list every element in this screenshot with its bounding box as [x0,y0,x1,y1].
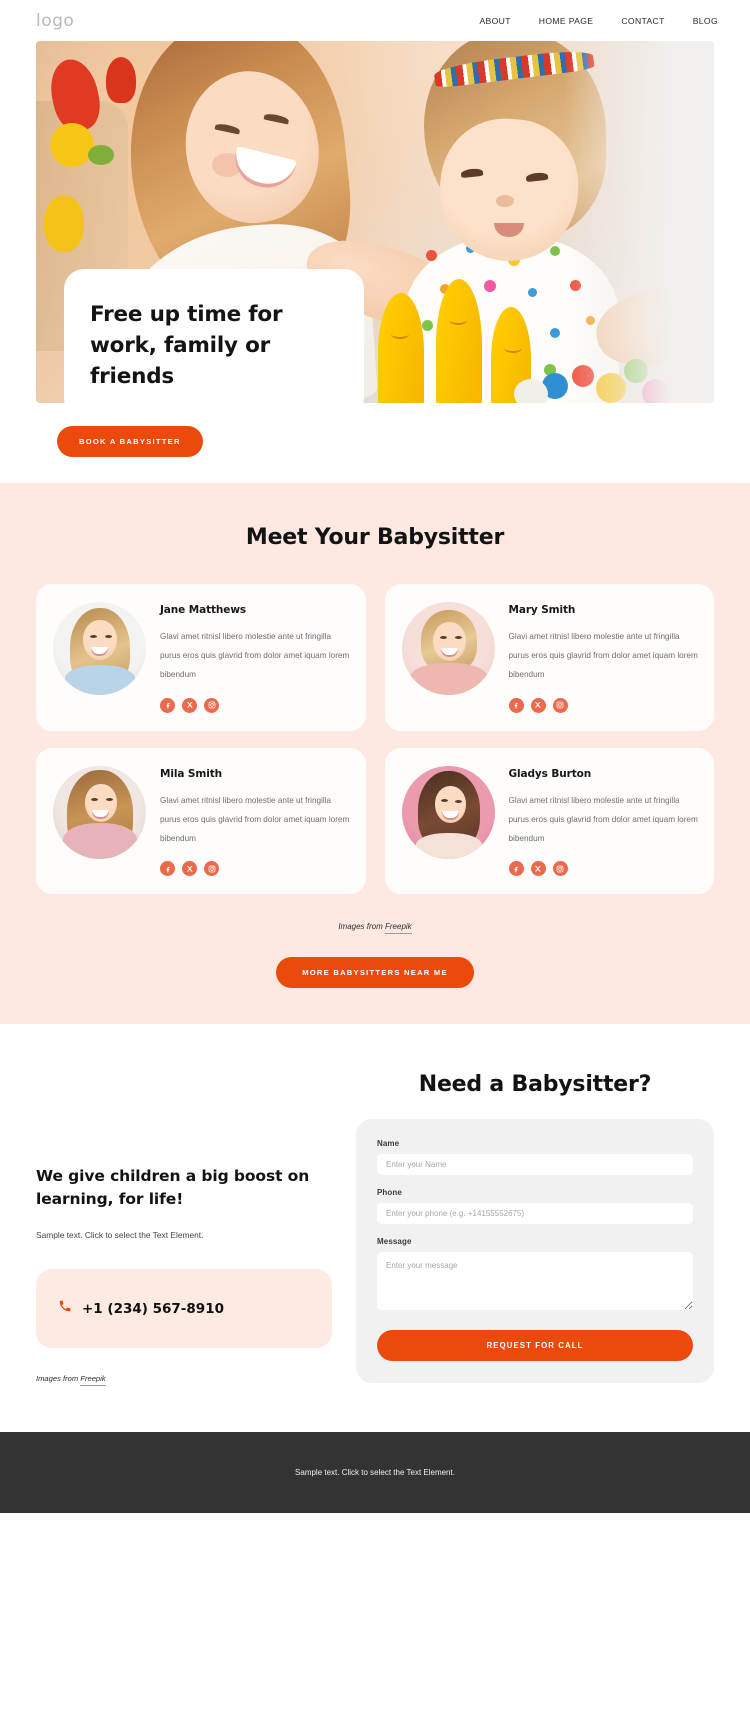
contact-left-column: We give children a big boost on learning… [36,1072,332,1387]
toy-cone [436,279,482,403]
hero-cta-wrap: BOOK A BABYSITTER [0,403,750,457]
babysitter-name: Gladys Burton [508,767,592,780]
contact-section: We give children a big boost on learning… [0,1024,750,1387]
nav-item-home-page[interactable]: HOME PAGE [539,16,594,26]
decor-shape [106,57,136,103]
decor-shape [88,145,114,165]
nav-item-contact[interactable]: CONTACT [621,16,664,26]
hero-section: Free up time for work, family or friends [36,41,714,403]
facebook-icon[interactable] [160,697,175,713]
freepik-link[interactable]: Freepik [385,922,412,935]
facebook-icon[interactable] [508,697,524,713]
image-credit: Images from Freepik [36,894,714,935]
babysitter-name: Jane Matthews [160,604,247,616]
babysitters-section: Meet Your Babysitter Jane Matthews Glavi… [0,483,750,1025]
babysitter-name: Mila Smith [160,767,222,780]
babysitter-card[interactable]: Mila Smith Glavi amet ritnisl libero mol… [36,747,366,895]
babysitter-info: Jane Matthews Glavi amet ritnisl libero … [160,602,350,713]
toy-cone [378,293,424,403]
babysitter-name: Mary Smith [508,604,576,616]
babysitter-description: Glavi amet ritnisl libero molestie ante … [508,632,698,680]
avatar [401,602,495,695]
social-links [508,697,699,713]
site-header: logo ABOUT HOME PAGE CONTACT BLOG [0,0,750,41]
toy-ball [514,379,548,403]
avatar [53,765,146,859]
book-a-babysitter-button[interactable]: BOOK A BABYSITTER [57,426,203,457]
avatar [401,765,495,859]
name-label: Name [377,1139,400,1149]
babysitter-description: Glavi amet ritnisl libero molestie ante … [160,795,350,844]
contact-form-column: Need a Babysitter? Name Phone Message RE… [356,1072,714,1384]
site-footer: Sample text. Click to select the Text El… [0,1432,750,1514]
babysitter-info: Mary Smith Glavi amet ritnisl libero mol… [508,602,699,713]
x-twitter-icon[interactable] [530,697,546,713]
babysitter-cards-grid: Jane Matthews Glavi amet ritnisl libero … [36,584,714,895]
phone-icon [58,1299,72,1318]
phone-number: +1 (234) 567-8910 [82,1300,224,1317]
image-credit-prefix: Images from [338,922,385,932]
avatar [53,602,146,695]
toddler-nose [496,195,514,207]
babysitter-info: Gladys Burton Glavi amet ritnisl libero … [508,766,699,877]
nav-item-about[interactable]: ABOUT [479,16,510,26]
instagram-icon[interactable] [552,861,568,877]
main-nav: ABOUT HOME PAGE CONTACT BLOG [479,16,718,26]
x-twitter-icon[interactable] [182,861,197,877]
contact-form: Name Phone Message REQUEST FOR CALL [356,1119,714,1384]
image-credit: Images from Freepik [36,1348,332,1387]
decor-shape [44,196,84,252]
hero-title: Free up time for work, family or friends [90,302,283,389]
social-links [508,861,699,877]
section-title-babysitters: Meet Your Babysitter [245,525,505,550]
message-label: Message [377,1237,412,1247]
instagram-icon[interactable] [552,697,568,713]
social-links [160,861,350,877]
facebook-icon[interactable] [160,861,175,877]
footer-text: Sample text. Click to select the Text El… [295,1468,455,1478]
nav-item-blog[interactable]: BLOG [693,16,718,26]
request-for-call-button[interactable]: REQUEST FOR CALL [377,1330,693,1362]
logo[interactable]: logo [36,11,74,31]
message-input[interactable] [377,1252,693,1311]
form-title: Need a Babysitter? [418,1072,652,1098]
freepik-link[interactable]: Freepik [80,1374,106,1387]
x-twitter-icon[interactable] [530,861,546,877]
social-links [160,697,350,713]
x-twitter-icon[interactable] [182,697,197,713]
babysitter-card[interactable]: Jane Matthews Glavi amet ritnisl libero … [36,584,366,731]
babysitter-info: Mila Smith Glavi amet ritnisl libero mol… [160,766,350,877]
babysitter-description: Glavi amet ritnisl libero molestie ante … [160,632,350,680]
babysitter-card[interactable]: Mary Smith Glavi amet ritnisl libero mol… [384,584,714,731]
babysitter-description: Glavi amet ritnisl libero molestie ante … [508,795,698,844]
image-credit-prefix: Images from [36,1374,81,1384]
boost-title: We give children a big boost on learning… [36,1167,310,1209]
babysitters-cta-wrap: MORE BABYSITTERS NEAR ME [36,931,714,1024]
name-input[interactable] [377,1154,693,1176]
babysitter-card[interactable]: Gladys Burton Glavi amet ritnisl libero … [384,747,714,895]
phone-input[interactable] [377,1203,693,1225]
instagram-icon[interactable] [204,697,219,713]
more-babysitters-button[interactable]: MORE BABYSITTERS NEAR ME [276,957,474,989]
decor-shape [50,123,94,167]
phone-box[interactable]: +1 (234) 567-8910 [36,1269,332,1349]
hero-text-card: Free up time for work, family or friends [64,269,364,403]
phone-label: Phone [377,1188,402,1198]
photo-highlight [564,41,714,403]
instagram-icon[interactable] [204,861,219,877]
facebook-icon[interactable] [508,861,524,877]
boost-text: Sample text. Click to select the Text El… [36,1230,204,1241]
